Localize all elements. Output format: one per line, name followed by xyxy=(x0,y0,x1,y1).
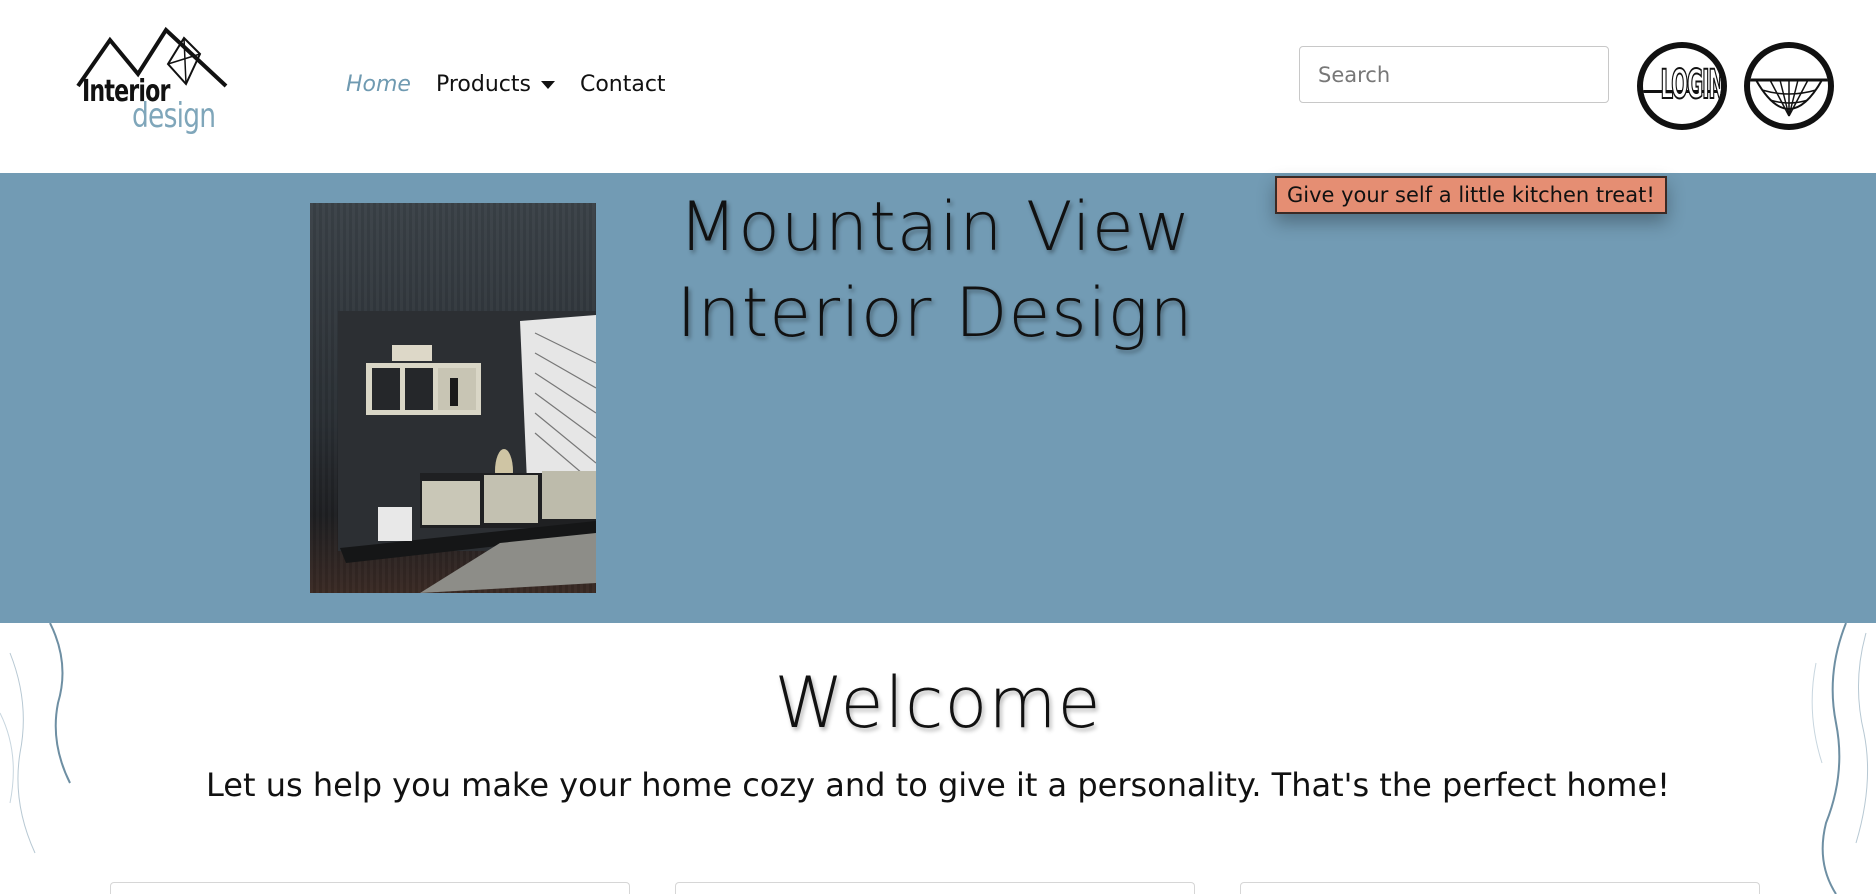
product-card[interactable] xyxy=(675,882,1195,894)
main-nav: Home Products Contact xyxy=(346,72,691,97)
product-card[interactable] xyxy=(1240,882,1760,894)
promo-tooltip: Give your self a little kitchen treat! xyxy=(1275,176,1667,214)
hero-title: Mountain View Interior Design xyxy=(640,185,1230,357)
welcome-subtitle: Let us help you make your home cozy and … xyxy=(206,766,1670,804)
chevron-down-icon xyxy=(540,80,555,89)
nav-contact[interactable]: Contact xyxy=(580,72,666,97)
nav-products-label: Products xyxy=(435,72,531,97)
nav-home[interactable]: Home xyxy=(346,72,411,97)
nav-products-dropdown[interactable]: Products xyxy=(436,72,555,97)
hero-title-line-1: Mountain View xyxy=(678,188,1192,267)
welcome-heading: Welcome xyxy=(774,662,1102,744)
site-logo[interactable]: Interior design xyxy=(76,24,228,142)
product-card[interactable] xyxy=(110,882,630,894)
hero-banner: Mountain View Interior Design xyxy=(0,173,1876,623)
site-header: Interior design Home Products Contact LO… xyxy=(0,0,1876,173)
search-input[interactable] xyxy=(1299,46,1609,103)
living-room-illustration xyxy=(338,311,596,593)
login-icon: LOGIN xyxy=(1660,61,1724,109)
hero-title-line-2: Interior Design xyxy=(676,274,1194,353)
logo-text-design: design xyxy=(132,96,216,136)
login-button[interactable]: LOGIN xyxy=(1637,42,1727,130)
hero-room-image xyxy=(310,203,596,593)
cart-button[interactable] xyxy=(1744,42,1834,130)
basket-icon xyxy=(1750,78,1828,117)
